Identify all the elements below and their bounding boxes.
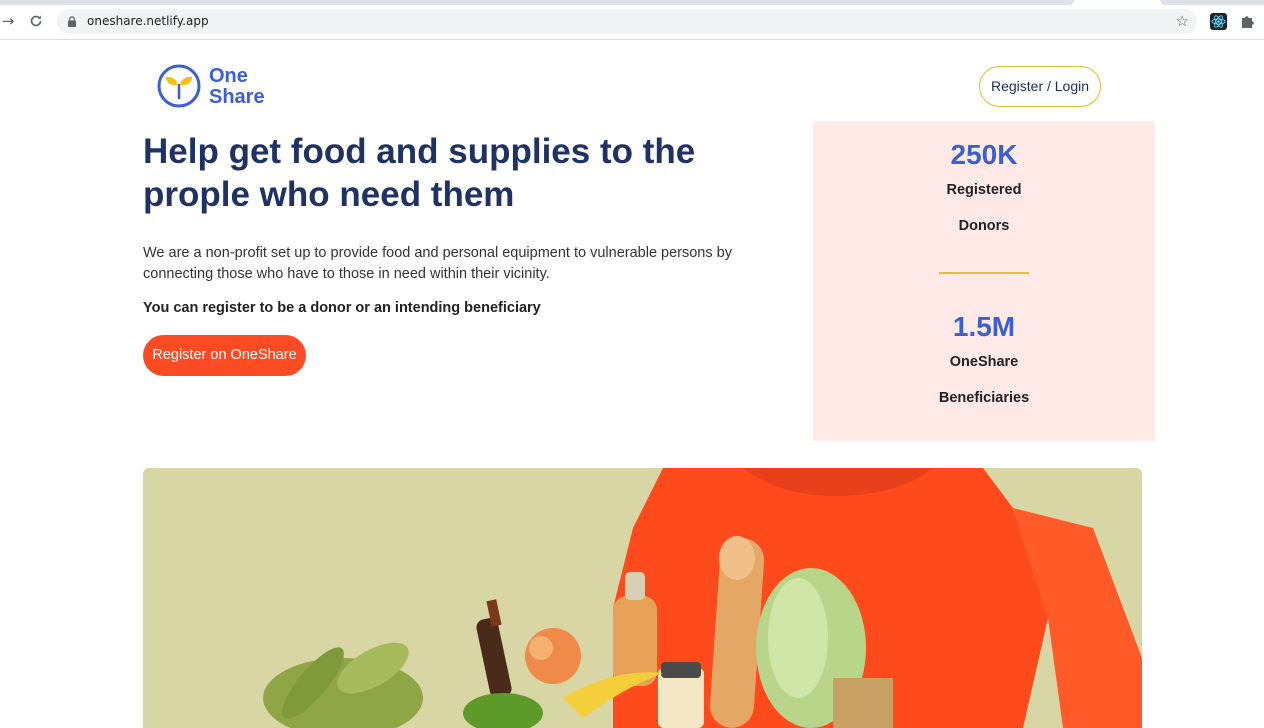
react-devtools-icon[interactable] bbox=[1210, 13, 1227, 30]
page-content: One Share Register / Login Help get food… bbox=[0, 41, 1264, 728]
hero-image-groceries bbox=[143, 468, 1142, 728]
url-text[interactable]: oneshare.netlify.app bbox=[87, 14, 209, 28]
stat-label-registered: Registered bbox=[946, 182, 1022, 198]
stat-value-beneficiaries: 1.5M bbox=[952, 311, 1016, 342]
stat-label-donors: Donors bbox=[958, 218, 1010, 234]
logo-text: One Share bbox=[209, 66, 265, 108]
hero-description: We are a non-profit set up to provide fo… bbox=[143, 245, 732, 282]
background-tab[interactable] bbox=[0, 0, 1074, 5]
address-bar[interactable]: oneshare.netlify.app ☆ bbox=[57, 9, 1197, 34]
bookmark-star-icon[interactable]: ☆ bbox=[1176, 12, 1189, 30]
register-login-button[interactable]: Register / Login bbox=[979, 66, 1101, 107]
logo-line-one: One bbox=[209, 65, 248, 87]
stat-label-beneficiaries: Beneficiaries bbox=[938, 390, 1030, 406]
hero-title: Help get food and supplies to the prople… bbox=[143, 132, 696, 214]
hero-note: You can register to be a donor or an int… bbox=[143, 300, 541, 316]
stats-panel: 250K Registered Donors 1.5M OneShare Ben… bbox=[813, 121, 1155, 441]
extensions-puzzle-icon[interactable] bbox=[1240, 13, 1256, 29]
reload-icon[interactable] bbox=[26, 11, 46, 31]
arrow-right-icon[interactable]: → bbox=[0, 11, 18, 31]
browser-toolbar: → oneshare.netlify.app ☆ bbox=[0, 0, 1264, 40]
stats-divider bbox=[939, 272, 1029, 274]
oneshare-logo[interactable]: One Share bbox=[157, 64, 287, 110]
groceries-illustration bbox=[143, 468, 1142, 728]
tab-strip bbox=[0, 0, 1264, 6]
logo-line-two: Share bbox=[209, 86, 265, 108]
stat-label-oneshare: OneShare bbox=[949, 354, 1019, 370]
stat-value-donors: 250K bbox=[950, 139, 1018, 170]
background-tab[interactable] bbox=[1160, 0, 1264, 5]
lock-icon bbox=[68, 16, 76, 27]
sprout-logo-icon bbox=[157, 64, 201, 108]
register-on-oneshare-button[interactable]: Register on OneShare bbox=[143, 335, 306, 376]
